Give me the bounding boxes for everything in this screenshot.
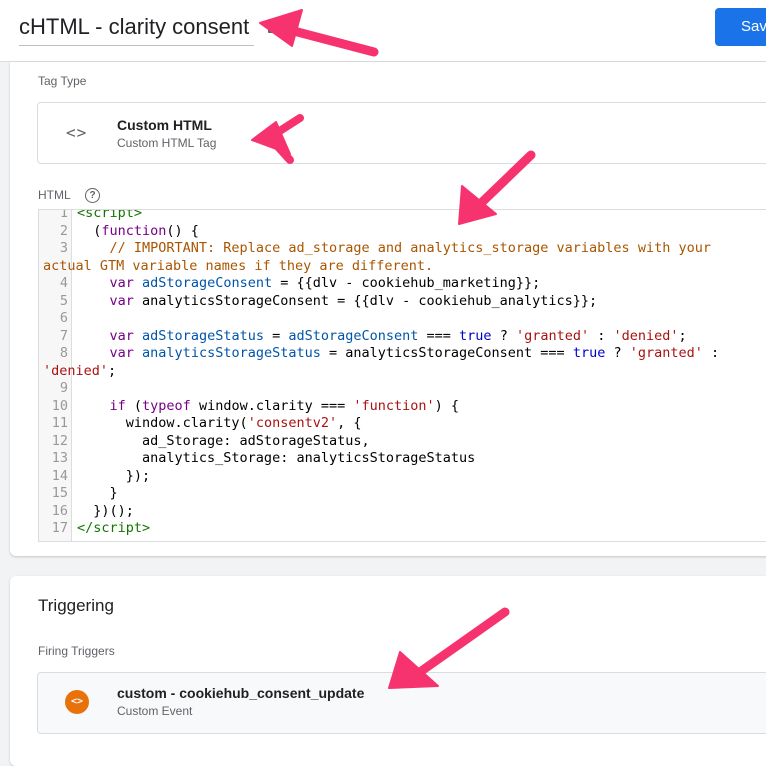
code-line: 9	[39, 380, 766, 398]
code-text: var adStorageConsent = {{dlv - cookiehub…	[109, 275, 541, 291]
code-line: actual GTM variable names if they are di…	[39, 258, 766, 276]
save-button[interactable]: Sav	[715, 8, 766, 46]
custom-event-icon: <>	[65, 690, 89, 714]
code-line: 3 // IMPORTANT: Replace ad_storage and a…	[39, 240, 766, 258]
code-text: var analyticsStorageConsent = {{dlv - co…	[109, 292, 598, 309]
line-number: 14	[51, 467, 68, 484]
trigger-name: custom - cookiehub_consent_update	[117, 685, 365, 701]
code-text: if (typeof window.clarity === 'function'…	[109, 397, 460, 414]
line-number: 9	[59, 380, 68, 396]
code-text: var adStorageStatus = adStorageConsent =…	[109, 327, 687, 344]
line-number: 4	[59, 275, 68, 291]
code-line: 10 if (typeof window.clarity === 'functi…	[39, 398, 766, 416]
code-text: // IMPORTANT: Replace ad_storage and ana…	[109, 240, 711, 256]
line-number: 12	[51, 432, 68, 449]
line-number: 1	[59, 209, 68, 221]
tag-type-name: Custom HTML	[117, 117, 212, 133]
line-number: 17	[51, 520, 68, 536]
code-text: actual GTM variable names if they are di…	[43, 257, 434, 274]
code-text: 'denied';	[43, 362, 117, 379]
code-text: (function() {	[77, 222, 199, 239]
code-line: 11 window.clarity('consentv2', {	[39, 415, 766, 433]
line-number: 13	[51, 450, 68, 466]
code-text: <script>	[77, 209, 143, 221]
html-label: HTML	[38, 188, 71, 202]
code-text: var analyticsStorageStatus = analyticsSt…	[109, 345, 720, 361]
line-number: 6	[59, 310, 68, 326]
line-number: 2	[59, 222, 68, 239]
help-icon[interactable]: ?	[85, 188, 100, 203]
code-line: 5 var analyticsStorageConsent = {{dlv - …	[39, 293, 766, 311]
html-code-editor[interactable]: 1 <script> 2 (function() {3 // IMPORTANT: …	[38, 209, 766, 542]
tag-type-sub: Custom HTML Tag	[117, 136, 217, 150]
code-text: });	[77, 467, 151, 484]
code-line: 17 </script>	[39, 520, 766, 538]
line-number: 7	[59, 327, 68, 344]
line-number: 8	[59, 345, 68, 361]
code-line: 14 });	[39, 468, 766, 486]
top-bar: cHTML - clarity consent Sav	[0, 0, 766, 62]
code-line: 8 var analyticsStorageStatus = analytics…	[39, 345, 766, 363]
triggering-title: Triggering	[38, 596, 114, 615]
code-line: 13 analytics_Storage: analyticsStorageSt…	[39, 450, 766, 468]
trigger-type: Custom Event	[117, 704, 193, 718]
code-text: window.clarity('consentv2', {	[77, 415, 362, 431]
firing-triggers-label: Firing Triggers	[38, 644, 115, 658]
tag-configuration-card: Tag Type <> Custom HTML Custom HTML Tag …	[10, 62, 766, 556]
line-number: 11	[51, 415, 68, 431]
line-number: 3	[59, 240, 68, 256]
code-line: 6	[39, 310, 766, 328]
code-line: 7 var adStorageStatus = adStorageConsent…	[39, 328, 766, 346]
tag-name-field[interactable]: cHTML - clarity consent	[19, 14, 249, 40]
tag-name-underline	[19, 45, 254, 46]
line-number: 5	[59, 292, 68, 309]
tag-type-label: Tag Type	[38, 74, 87, 88]
code-line: 12 ad_Storage: adStorageStatus,	[39, 433, 766, 451]
code-line: 1 <script>	[39, 209, 766, 223]
line-number: 16	[51, 502, 68, 519]
line-number: 10	[51, 397, 68, 414]
code-line: 16 })();	[39, 503, 766, 521]
line-number: 15	[51, 485, 68, 501]
code-line: 'denied';	[39, 363, 766, 381]
trigger-row[interactable]: <> custom - cookiehub_consent_update Cus…	[37, 672, 766, 734]
code-text: ad_Storage: adStorageStatus,	[77, 432, 370, 449]
code-line: 4 var adStorageConsent = {{dlv - cookieh…	[39, 275, 766, 293]
code-line: 15 }	[39, 485, 766, 503]
tag-type-selector[interactable]: <> Custom HTML Custom HTML Tag	[37, 102, 766, 164]
folder-icon[interactable]	[268, 19, 279, 33]
code-line: 2 (function() {	[39, 223, 766, 241]
code-text: }	[77, 485, 118, 501]
triggering-card: Triggering Firing Triggers <> custom - c…	[10, 576, 766, 766]
code-brackets-icon: <>	[66, 123, 88, 142]
code-text: analytics_Storage: analyticsStorageStatu…	[77, 450, 476, 466]
code-text: })();	[77, 502, 134, 519]
code-text: </script>	[77, 520, 151, 536]
